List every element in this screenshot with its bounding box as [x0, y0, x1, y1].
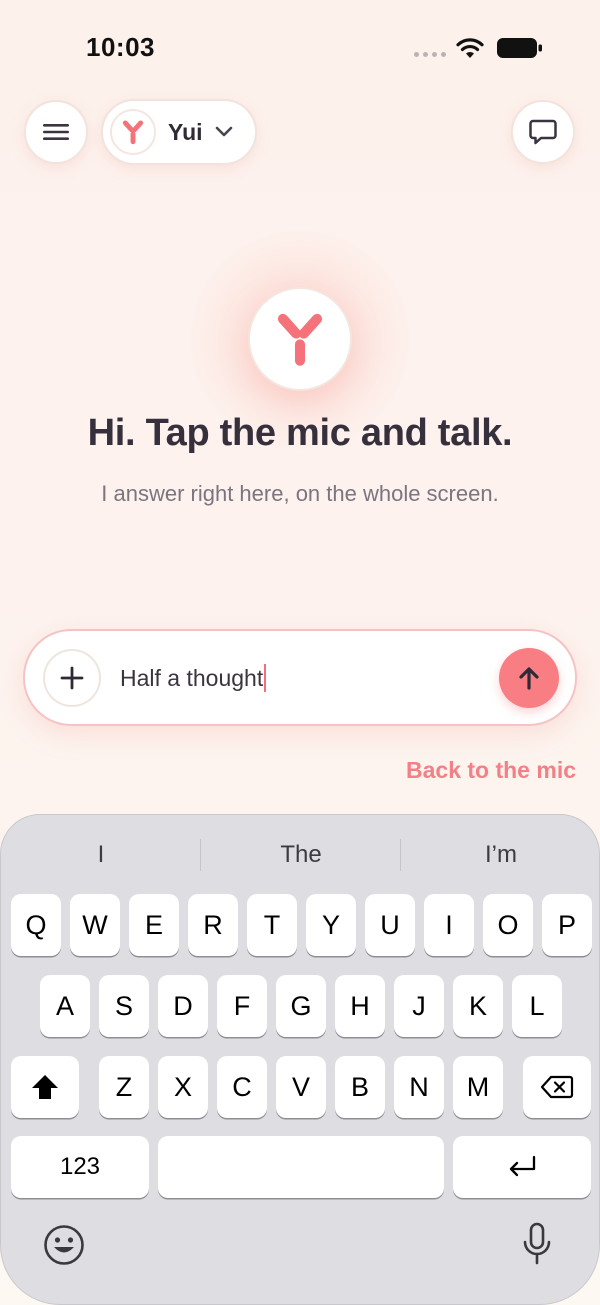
add-attachment-button[interactable]	[43, 649, 101, 707]
key-c[interactable]: C	[217, 1056, 267, 1118]
arrow-up-icon	[519, 667, 539, 690]
plus-icon	[60, 666, 84, 690]
key-i[interactable]: I	[424, 894, 474, 956]
persona-avatar	[110, 109, 156, 155]
new-chat-button[interactable]	[511, 100, 575, 164]
hero-subtitle: I answer right here, on the whole screen…	[101, 481, 499, 506]
yui-logo-icon	[277, 313, 323, 366]
suggestion-item[interactable]: I’m	[401, 835, 600, 875]
key-r[interactable]: R	[188, 894, 238, 956]
key-o[interactable]: O	[483, 894, 533, 956]
key-q[interactable]: Q	[11, 894, 61, 956]
shift-icon	[32, 1075, 58, 1099]
persona-name: Yui	[168, 118, 203, 145]
key-g[interactable]: G	[276, 975, 326, 1037]
key-n[interactable]: N	[394, 1056, 444, 1118]
backspace-icon	[540, 1075, 574, 1099]
key-p[interactable]: P	[542, 894, 592, 956]
key-y[interactable]: Y	[306, 894, 356, 956]
numbers-key[interactable]: 123	[11, 1136, 149, 1198]
microphone-icon	[523, 1222, 551, 1265]
key-z[interactable]: Z	[99, 1056, 149, 1118]
key-f[interactable]: F	[217, 975, 267, 1037]
key-w[interactable]: W	[70, 894, 120, 956]
return-icon	[509, 1155, 536, 1177]
emoji-icon	[44, 1225, 84, 1265]
key-u[interactable]: U	[365, 894, 415, 956]
status-time: 10:03	[86, 32, 155, 62]
menu-button[interactable]	[24, 100, 88, 164]
key-e[interactable]: E	[129, 894, 179, 956]
status-bar: 10:03	[0, 0, 600, 90]
chevron-down-icon	[215, 126, 233, 138]
battery-icon	[497, 38, 542, 58]
space-key[interactable]	[158, 1136, 444, 1198]
key-a[interactable]: A	[40, 975, 90, 1037]
return-key[interactable]	[453, 1136, 591, 1198]
yui-logo-icon	[122, 120, 144, 145]
dictation-button[interactable]	[521, 1221, 553, 1272]
key-l[interactable]: L	[512, 975, 562, 1037]
delete-key[interactable]	[523, 1056, 591, 1118]
chat-bubble-icon	[529, 119, 557, 145]
message-input-value: Half a thought	[120, 664, 264, 691]
key-j[interactable]: J	[394, 975, 444, 1037]
keyboard: I The I’m Q W E R T Y U I O P A S D F G …	[0, 814, 600, 1305]
hero-logo	[248, 287, 352, 391]
key-m[interactable]: M	[453, 1056, 503, 1118]
key-v[interactable]: V	[276, 1056, 326, 1118]
key-d[interactable]: D	[158, 975, 208, 1037]
key-b[interactable]: B	[335, 1056, 385, 1118]
key-k[interactable]: K	[453, 975, 503, 1037]
hero-title: Hi. Tap the mic and talk.	[87, 412, 513, 454]
shift-key[interactable]	[11, 1056, 79, 1118]
text-caret	[264, 664, 267, 692]
wifi-icon	[456, 38, 484, 58]
key-t[interactable]: T	[247, 894, 297, 956]
message-input[interactable]: Half a thought	[120, 662, 267, 694]
suggestion-item[interactable]: The	[201, 835, 401, 875]
send-button[interactable]	[499, 648, 559, 708]
menu-icon	[43, 124, 69, 140]
key-h[interactable]: H	[335, 975, 385, 1037]
suggestion-bar: I The I’m	[1, 835, 600, 875]
back-to-mic-link[interactable]: Back to the mic	[406, 757, 576, 784]
key-s[interactable]: S	[99, 975, 149, 1037]
key-x[interactable]: X	[158, 1056, 208, 1118]
suggestion-item[interactable]: I	[1, 835, 201, 875]
emoji-button[interactable]	[43, 1224, 85, 1271]
cellular-signal-icon	[414, 52, 446, 57]
persona-switcher[interactable]: Yui	[101, 99, 257, 165]
message-composer: Half a thought	[23, 629, 577, 726]
